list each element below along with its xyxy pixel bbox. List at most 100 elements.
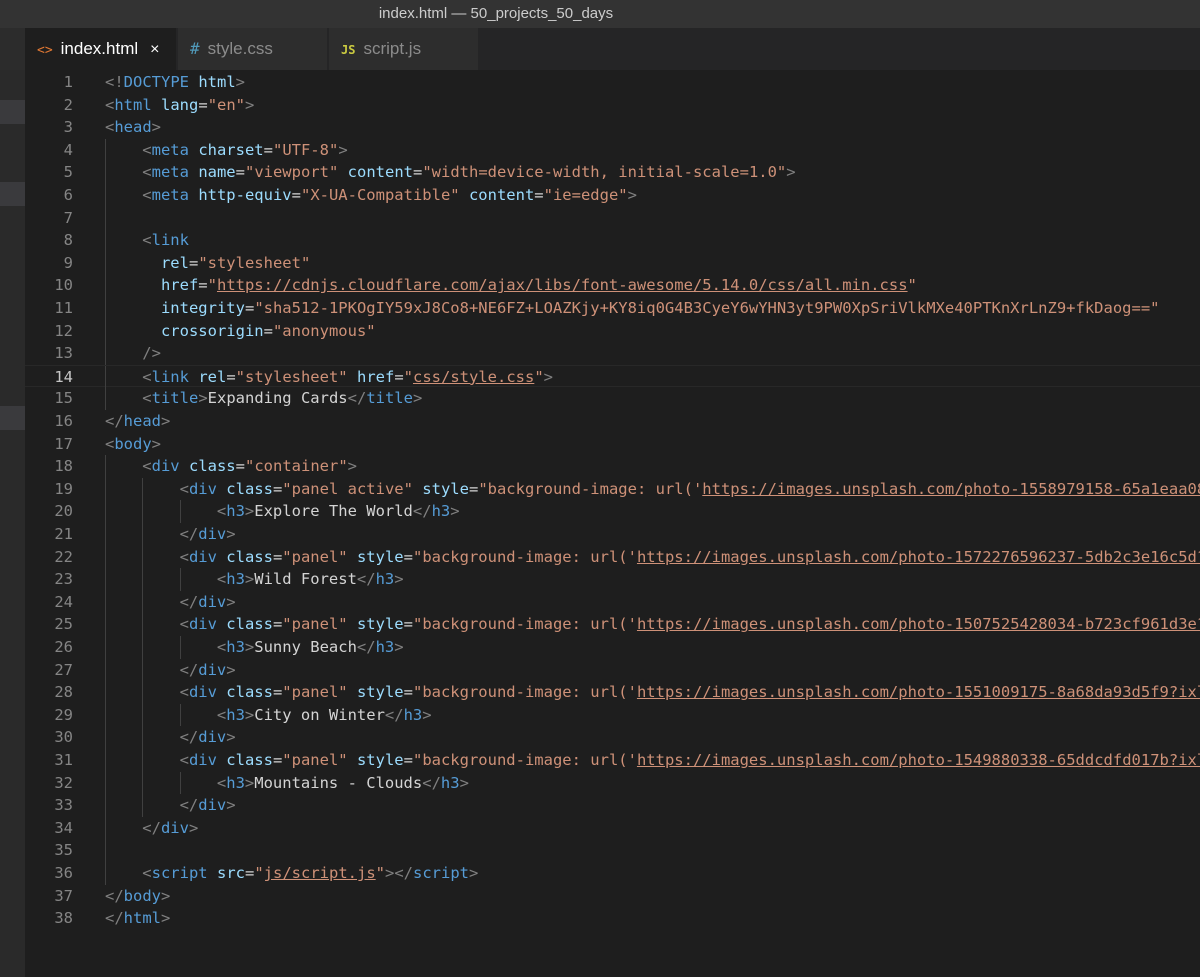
code-line[interactable]: 34 </div> (25, 816, 1200, 840)
code-editor[interactable]: 1 <!DOCTYPE html> 2 <html lang="en"> 3 <head>… (25, 70, 1200, 977)
code-line[interactable]: 24 </div> (25, 590, 1200, 614)
line-number: 14 (54, 367, 73, 386)
tab-bar: <> index.html × # style.css JS script.js (0, 28, 1200, 70)
tab-style-css[interactable]: # style.css (178, 28, 328, 70)
code-line[interactable]: 12 crossorigin="anonymous" (25, 319, 1200, 343)
code-line[interactable]: 11 integrity="sha512-1PKOgIY59xJ8Co8+NE6… (25, 297, 1200, 320)
code-token-text: = (188, 253, 199, 272)
code-token-punct: > (394, 638, 404, 656)
tab-label: style.css (207, 39, 273, 58)
tab-index-html[interactable]: <> index.html × (25, 28, 177, 70)
code-line[interactable]: 2 <html lang="en"> (25, 94, 1200, 117)
code-line[interactable]: 33 </div> (25, 794, 1200, 817)
code-line[interactable]: 16 </head> (25, 410, 1200, 433)
code-token-text: = (244, 864, 255, 882)
code-text: <title>Expanding Cards</title> (142, 387, 422, 410)
code-token-attr: src (216, 864, 245, 882)
code-line[interactable]: 36 <script src="js/script.js"></script> (25, 862, 1200, 885)
line-number: 7 (63, 208, 73, 227)
line-number: 35 (54, 841, 73, 860)
code-token-text: Sunny Beach (254, 638, 357, 656)
indent-guide (142, 749, 144, 772)
code-line[interactable]: 26 <h3>Sunny Beach</h3> (25, 636, 1200, 659)
code-line[interactable]: 17 <body> (25, 433, 1200, 456)
code-token-text: = (403, 615, 413, 634)
indent-guide (142, 703, 144, 727)
code-token-url[interactable]: https://images.unsplash.com/photo-157227… (637, 548, 1200, 566)
code-token-punct: < (142, 140, 152, 159)
code-token-tag: div (151, 457, 180, 476)
code-line[interactable]: 28 <div class="panel" style="background-i… (25, 681, 1200, 704)
code-token-url[interactable]: https://images.unsplash.com/photo-155897… (702, 480, 1200, 498)
code-line[interactable]: 29 <h3>City on Winter</h3> (25, 703, 1200, 727)
code-token-url[interactable]: js/script.js (264, 864, 376, 882)
tab-script-js[interactable]: JS script.js (329, 28, 479, 70)
code-line[interactable]: 15 <title>Expanding Cards</title> (25, 387, 1200, 410)
code-token-tag: meta (151, 186, 189, 204)
code-token-url[interactable]: https://images.unsplash.com/photo-154988… (637, 751, 1200, 769)
code-line[interactable]: 35 (25, 839, 1200, 862)
code-text: <head> (105, 116, 161, 139)
code-token-str: " (254, 864, 264, 882)
code-token-url[interactable]: https://images.unsplash.com/photo-150752… (637, 615, 1200, 633)
code-line[interactable]: 5 <meta name="viewport" content="width=de… (25, 161, 1200, 184)
code-line[interactable]: 21 </div> (25, 523, 1200, 546)
code-token-text: = (226, 367, 236, 386)
code-line[interactable]: 8 <link (25, 229, 1200, 252)
code-token-url[interactable]: https://images.unsplash.com/photo-155100… (637, 683, 1200, 701)
code-token-punct: > (244, 638, 255, 656)
code-token-punct: > (338, 140, 348, 159)
code-token-tag: div (198, 796, 227, 815)
code-text: <!DOCTYPE html> (105, 71, 245, 94)
code-line[interactable]: 1 <!DOCTYPE html> (25, 71, 1200, 94)
close-icon[interactable]: × (150, 29, 159, 71)
code-line[interactable]: 20 <h3>Explore The World</h3> (25, 500, 1200, 523)
code-line[interactable]: 9 rel="stylesheet" (25, 251, 1200, 275)
code-line[interactable]: 14 <link rel="stylesheet" href="css/style… (25, 364, 1200, 389)
code-token-punct: < (142, 864, 152, 882)
code-line[interactable]: 22 <div class="panel" style="background-i… (25, 545, 1200, 569)
code-token-attr: class (226, 751, 273, 769)
code-line[interactable]: 10 href="https://cdnjs.cloudflare.com/aj… (25, 274, 1200, 297)
code-text: <meta name="viewport" content="width=dev… (142, 161, 795, 184)
indent-guide (142, 590, 144, 614)
code-line[interactable]: 30 </div> (25, 726, 1200, 749)
code-line[interactable]: 38 </html> (25, 907, 1200, 930)
indent-guide (179, 568, 181, 591)
window-titlebar: index.html — 50_projects_50_days (0, 0, 1200, 28)
code-line[interactable]: 13 /> (25, 342, 1200, 365)
code-line[interactable]: 4 <meta charset="UTF-8"> (25, 138, 1200, 162)
code-token-punct: < (179, 683, 189, 702)
code-token-attr: content (347, 163, 413, 182)
code-line[interactable]: 37 </body> (25, 885, 1200, 908)
code-text: <div class="panel" style="background-ima… (180, 613, 1200, 636)
code-line[interactable]: 23 <h3>Wild Forest</h3> (25, 568, 1200, 591)
code-line[interactable]: 32 <h3>Mountains - Clouds</h3> (25, 771, 1200, 795)
code-line[interactable]: 31 <div class="panel" style="background-i… (25, 749, 1200, 772)
code-token-attr: class (226, 479, 273, 498)
code-line[interactable]: 19 <div class="panel active" style="backg… (25, 477, 1200, 501)
code-line[interactable]: 27 </div> (25, 658, 1200, 682)
indent-guide (105, 297, 106, 320)
code-token-punct: </ (105, 909, 124, 928)
code-text: </div> (180, 726, 236, 749)
code-token-tag: body (114, 434, 152, 453)
code-token-url[interactable]: css/style.css (413, 368, 534, 386)
code-token-url[interactable]: https://cdnjs.cloudflare.com/ajax/libs/f… (217, 276, 908, 294)
code-line[interactable]: 6 <meta http-equiv="X-UA-Compatible" cont… (25, 184, 1200, 207)
code-line[interactable]: 7 (25, 206, 1200, 230)
code-line[interactable]: 3 <head> (25, 116, 1200, 139)
code-token-tag: link (151, 367, 189, 386)
code-line[interactable]: 18 <div class="container"> (25, 455, 1200, 478)
code-token-punct: </ (105, 412, 124, 430)
indent-guide (179, 636, 181, 659)
code-token-text: = (272, 547, 283, 566)
code-line[interactable]: 25 <div class="panel" style="background-i… (25, 613, 1200, 636)
